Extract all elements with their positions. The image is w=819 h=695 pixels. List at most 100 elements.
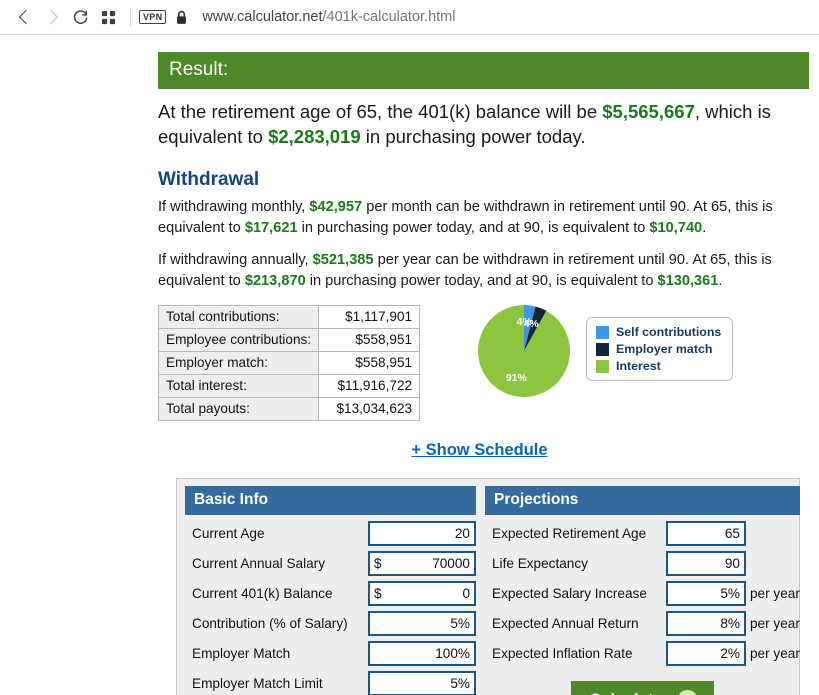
projections-input-4[interactable]: 8% [666,610,746,636]
projections-input-3[interactable]: 5% [666,580,746,606]
show-schedule-link[interactable]: + Show Schedule [411,441,547,459]
legend-label: Self contributions [616,325,722,339]
projections-input-5[interactable]: 2% [666,640,746,666]
monthly-text-4: . [702,219,707,236]
basic-info-heading: Basic Info [185,486,476,515]
basic-info-input-5[interactable]: 100% [368,640,476,666]
field-value: 8% [720,615,740,631]
forward-button[interactable] [38,3,66,31]
form-row: Current Age 20 [185,518,476,548]
field-label: Expected Annual Return [492,615,639,631]
annual-text-3: in purchasing power today, and at 90, is… [305,272,658,289]
summary-value: $558,951 [318,351,421,375]
basic-info-input-4[interactable]: 5% [368,610,476,636]
contribution-pie-chart: 4% 4% 91% [478,305,570,402]
basic-info-input-3[interactable]: $0 [368,580,476,606]
form-row: Expected Salary Increase 5% per year [485,578,800,608]
form-row: Current 401(k) Balance $0 [185,578,476,608]
toolbar-divider [130,8,131,26]
summary-label: Employer match: [157,351,320,375]
play-arrow-icon [676,690,698,695]
form-row: Expected Annual Return 8% per year [485,608,800,638]
result-text-3: in purchasing power today. [360,126,586,147]
legend-item: Self contributions [596,325,721,339]
field-value: 5% [450,675,470,691]
legend-swatch-icon [596,342,609,356]
field-suffix: per year [750,615,800,631]
field-value: 90 [724,555,740,571]
summary-label: Employee contributions: [157,328,320,352]
calculate-button-row: Calculate [485,681,800,695]
pie-slice-label: 91% [505,371,527,384]
form-row: Employer Match Limit 5% [185,668,476,695]
address-bar[interactable]: www.calculator.net/401k-calculator.html [202,9,455,25]
form-row: Contribution (% of Salary) 5% [185,608,476,638]
form-row: Employer Match 100% [185,638,476,668]
calculator-content: Result: At the retirement age of 65, the… [140,35,819,695]
field-label: Expected Inflation Rate [492,645,633,661]
withdrawal-monthly-paragraph: If withdrawing monthly, $42,957 per mont… [158,197,809,238]
monthly-text-1: If withdrawing monthly, [158,199,310,215]
table-row: Total payouts: $13,034,623 [157,397,421,421]
url-host: www.calculator.net [202,9,323,25]
basic-info-input-2[interactable]: $70000 [368,550,476,576]
projections-panel: Projections Expected Retirement Age 65 Lif… [485,486,800,695]
currency-prefix: $ [374,555,382,571]
field-value: 5% [450,615,470,631]
field-suffix: per year [750,645,800,661]
withdrawal-heading: Withdrawal [158,169,260,190]
projections-input-2[interactable]: 90 [666,550,746,576]
reload-icon [73,9,87,24]
currency-prefix: $ [374,585,382,601]
apps-button[interactable] [94,3,122,31]
annual-amount-today: $213,870 [244,272,306,289]
form-row: Expected Retirement Age 65 [485,518,800,548]
summary-value: $13,034,623 [318,397,421,421]
field-label: Current Annual Salary [192,555,325,571]
field-label: Expected Retirement Age [492,525,647,541]
field-label: Contribution (% of Salary) [192,615,348,631]
chart-legend: Self contributions Employer match Interest [586,317,734,381]
monthly-text-3: in purchasing power today, and at 90, is… [297,219,650,236]
calculate-button[interactable]: Calculate [571,681,714,695]
vpn-badge[interactable]: VPN [139,10,167,24]
legend-label: Employer match [616,342,713,356]
field-value: 20 [454,525,470,541]
legend-swatch-icon [596,359,609,373]
field-label: Employer Match [192,645,291,661]
field-label: Current Age [192,525,265,541]
form-row: Expected Inflation Rate 2% per year [485,638,800,668]
annual-amount: $521,385 [312,252,374,268]
summary-table: Total contributions: $1,117,901 Employee c… [157,305,421,421]
purchasing-power-value: $2,283,019 [268,126,361,147]
field-value: 65 [724,525,740,541]
chevron-left-icon [18,9,33,25]
projections-heading: Projections [485,486,800,515]
projections-input-1[interactable]: 65 [666,520,746,546]
result-text-1: At the retirement age of 65, the 401(k) … [158,101,603,122]
annual-text-4: . [718,272,723,289]
result-banner: Result: [158,52,809,89]
summary-label: Total interest: [157,374,320,398]
summary-label: Total contributions: [157,305,320,329]
field-suffix: per year [750,585,800,601]
field-value: 70000 [432,555,470,571]
summary-and-chart-row: Total contributions: $1,117,901 Employee c… [140,305,819,425]
chevron-right-icon [43,9,58,25]
field-value: 0 [462,585,470,601]
summary-label: Total payouts: [157,397,320,421]
url-path: /401k-calculator.html [322,9,456,25]
table-row: Total interest: $11,916,722 [157,374,421,398]
withdrawal-annual-paragraph: If withdrawing annually, $521,385 per ye… [158,250,809,291]
legend-item: Interest [596,359,721,373]
field-label: Life Expectancy [492,555,588,571]
reload-button[interactable] [66,3,94,31]
table-row: Employee contributions: $558,951 [157,328,421,352]
back-button[interactable] [10,3,38,31]
lock-icon [175,10,188,25]
basic-info-input-1[interactable]: 20 [368,520,476,546]
summary-value: $558,951 [318,328,421,352]
basic-info-input-6[interactable]: 5% [368,670,476,695]
page-body: Result: At the retirement age of 65, the… [0,35,819,695]
monthly-amount-at-90: $10,740 [649,219,703,236]
